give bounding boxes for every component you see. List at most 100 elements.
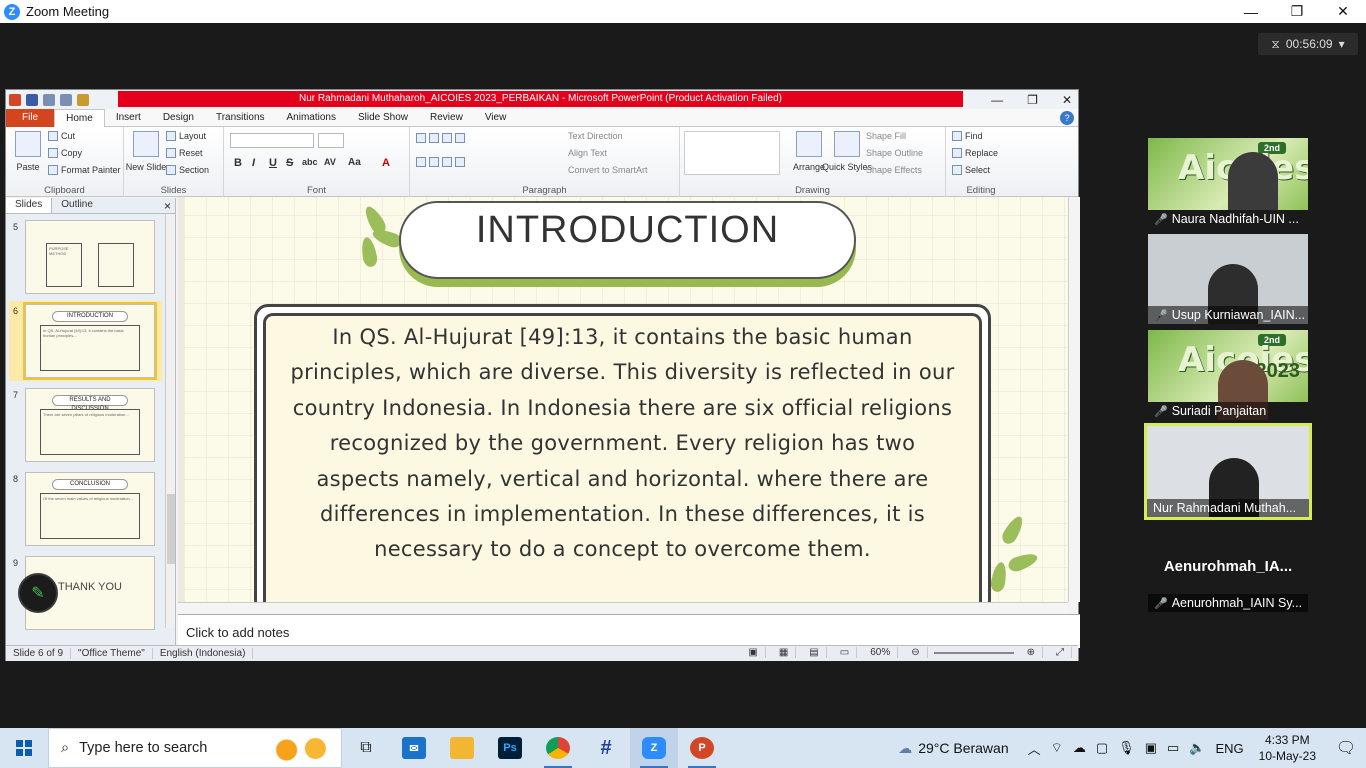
copy-button[interactable]: Copy [48,148,82,158]
slide-title-box[interactable]: INTRODUCTION [399,201,856,279]
shadow-button[interactable]: abc [302,157,318,167]
content-frame[interactable]: In QS. Al-Hujurat [49]:13, it contains t… [254,304,991,612]
network-icon[interactable]: ⌔ [1051,740,1063,756]
onedrive-icon[interactable]: ☁ [1073,740,1086,756]
slide-canvas[interactable]: INTRODUCTION In QS. Al-Hujurat [49]:13, … [178,197,1068,612]
close-button[interactable]: ✕ [1320,0,1366,23]
strikethrough-button[interactable]: S [286,157,293,169]
notes-pane[interactable]: Click to add notes [178,614,1080,648]
fit-slide-icon[interactable]: ⤢ [1049,647,1072,658]
language-indicator[interactable]: ENG [1215,741,1243,756]
weather-widget[interactable]: ☁ 29°C Berawan [898,740,1008,757]
clock[interactable]: 4:33 PM 10-May-23 [1259,732,1316,764]
cut-button[interactable]: Cut [48,131,75,141]
maximize-button[interactable]: ❐ [1274,0,1320,23]
meeting-timer[interactable]: ⧖ 00:56:09 ▾ [1258,33,1358,55]
tab-outline[interactable]: Outline [52,198,102,213]
text-direction-button[interactable]: Text Direction [568,131,623,141]
bullets-button[interactable] [416,133,465,143]
tab-animations[interactable]: Animations [276,109,347,127]
tab-slides[interactable]: Slides [6,198,53,213]
participant-tile[interactable]: 2nd Aicoies 🎤Naura Nadhifah-UIN ... [1148,138,1308,228]
shape-fill-button[interactable]: Shape Fill [866,131,906,141]
ppt-minimize-button[interactable]: — [991,93,1003,107]
slideshow-view-icon[interactable]: ▭ [833,647,858,658]
photoshop-app[interactable]: Ps [486,728,534,768]
slide-thumbnail-7[interactable]: RESULTS AND DISCUSSION There are seven p… [25,388,155,462]
undo-icon[interactable] [43,93,55,106]
reset-button[interactable]: Reset [166,148,203,158]
font-name-combo[interactable] [230,133,314,148]
slide-body-text[interactable]: In QS. Al-Hujurat [49]:13, it contains t… [286,320,959,568]
zoom-out-icon[interactable]: ⊖ [904,647,928,658]
chrome-app[interactable] [534,728,582,768]
notification-icon[interactable]: 🗨 [1326,738,1366,758]
zoom-slider[interactable] [933,651,1014,654]
participant-tile[interactable]: Aenurohmah_IA... 🎤 Aenurohmah_IAIN Sy... [1148,522,1308,612]
arrange-button[interactable]: Arrange [792,131,826,172]
tab-transitions[interactable]: Transitions [205,109,276,127]
language[interactable]: English (Indonesia) [153,648,254,659]
tab-design[interactable]: Design [152,109,205,127]
tab-slide-show[interactable]: Slide Show [347,109,419,127]
save-icon[interactable] [26,93,38,106]
file-explorer-app[interactable] [438,728,486,768]
italic-button[interactable]: I [252,157,255,169]
layout-button[interactable]: Layout [166,131,206,141]
align-text-button[interactable]: Align Text [568,148,607,158]
shape-effects-button[interactable]: Shape Effects [866,165,922,175]
tab-home[interactable]: Home [54,108,105,127]
participant-tile-active-speaker[interactable]: Nur Rahmadani Muthah... [1144,423,1312,520]
reading-view-icon[interactable]: ▤ [802,647,827,658]
font-color-button[interactable]: A [382,157,390,169]
participant-tile[interactable]: 2nd Aicoies 2023 🎤Suriadi Panjaitan [1148,330,1308,420]
screen-share-icon[interactable]: ▣ [1145,740,1157,756]
app-hashtag[interactable]: # [582,728,630,768]
slide-vertical-scrollbar[interactable] [1068,197,1080,602]
minimize-button[interactable]: — [1228,0,1274,23]
shape-outline-button[interactable]: Shape Outline [866,148,923,158]
slide-thumbnail-6[interactable]: INTRODUCTION In QS. Al-Hujurat [49]:13, … [23,302,157,380]
find-button[interactable]: Find [952,131,983,141]
format-painter-button[interactable]: Format Painter [48,165,121,175]
tab-file[interactable]: File [6,108,55,127]
slide-horizontal-scrollbar[interactable] [178,602,1068,614]
tab-review[interactable]: Review [419,109,474,127]
start-button[interactable] [0,728,48,768]
normal-view-icon[interactable]: ▣ [741,647,766,658]
mail-app[interactable]: ✉ [390,728,438,768]
change-case-button[interactable]: Aa [348,157,361,168]
slide-thumbnail-8[interactable]: CONCLUSION Of the seven main values of r… [25,472,155,546]
tab-view[interactable]: View [474,109,518,127]
underline-button[interactable]: U [269,157,277,169]
microphone-icon[interactable]: 🎙 [1118,740,1135,756]
zoom-level[interactable]: 60% [863,647,899,658]
paste-button[interactable]: Paste [12,131,44,172]
taskbar-search[interactable]: ⌕ Type here to search [48,728,342,768]
section-button[interactable]: Section [166,165,209,175]
volume-icon[interactable]: 🔈 [1189,740,1205,756]
quick-styles-button[interactable]: Quick Styles [822,131,872,172]
open-icon[interactable] [77,93,89,106]
convert-smartart-button[interactable]: Convert to SmartArt [568,165,648,175]
ppt-close-button[interactable]: ✕ [1062,93,1072,107]
sorter-view-icon[interactable]: ▦ [772,647,797,658]
shapes-gallery[interactable] [684,131,780,175]
zoom-app[interactable]: Z [630,728,678,768]
new-slide-button[interactable]: New Slide [126,131,166,172]
chevron-up-icon[interactable]: ︿ [1028,739,1041,758]
close-pane-icon[interactable]: × [164,199,171,213]
help-icon[interactable]: ? [1060,111,1074,125]
zoom-in-icon[interactable]: ⊕ [1020,647,1043,658]
pane-scrollbar[interactable] [165,214,175,628]
replace-button[interactable]: Replace [952,148,998,158]
powerpoint-app[interactable]: P [678,728,726,768]
select-button[interactable]: Select [952,165,990,175]
tab-insert[interactable]: Insert [105,109,152,127]
annotate-pen-button[interactable]: ✎ [18,573,58,613]
slide-thumbnail-5[interactable]: PURPOSE · METHOD [25,220,155,294]
battery-icon[interactable]: ▭ [1167,740,1179,756]
redo-icon[interactable] [60,93,72,106]
font-size-combo[interactable] [318,133,344,148]
participant-tile[interactable]: 🎤 Usup Kurniawan_IAIN... [1148,234,1308,324]
